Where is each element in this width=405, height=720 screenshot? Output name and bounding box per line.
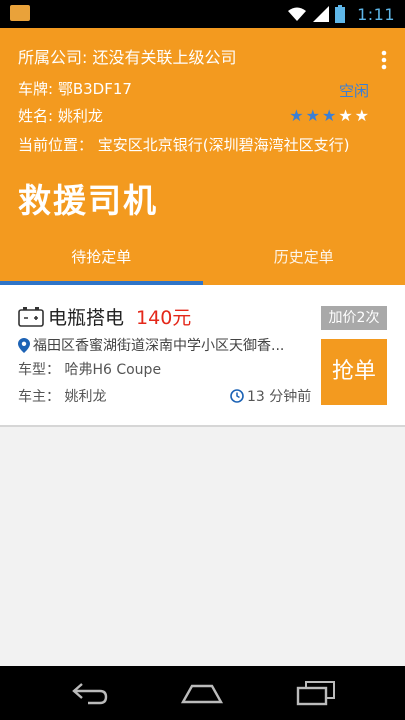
tab-pending-orders[interactable]: 待抢定单 [0, 233, 203, 285]
plate-label: 车牌: [18, 80, 54, 98]
signal-icon [313, 6, 330, 22]
owner-value: 姚利龙 [64, 389, 107, 405]
tab-history-orders[interactable]: 历史定单 [203, 233, 405, 285]
owner-label: 车主： [18, 389, 60, 405]
star-empty-icon: ★ [338, 106, 355, 125]
recent-apps-icon[interactable] [296, 680, 336, 706]
service-type-row: 电瓶搭电 140元 [18, 303, 191, 330]
owner-row: 车主： 姚利龙 [18, 386, 106, 406]
address-row: 福田区香蜜湖街道深南中学小区天御香... [18, 335, 318, 355]
tab-history-label: 历史定单 [273, 248, 334, 266]
car-label: 车型： [18, 362, 60, 378]
more-menu-icon[interactable] [381, 50, 387, 70]
star-filled-icon: ★ [289, 106, 306, 125]
home-icon[interactable] [180, 680, 224, 706]
location-label: 当前位置： [18, 136, 94, 154]
price-raise-badge: 加价2次 [321, 306, 387, 330]
time-ago: 13 分钟前 [247, 389, 312, 405]
back-icon[interactable] [70, 680, 110, 706]
order-address: 福田区香蜜湖街道深南中学小区天御香... [33, 338, 285, 354]
star-empty-icon: ★ [354, 106, 371, 125]
driver-status: 空闲 [338, 82, 369, 100]
elapsed-time: 13 分钟前 [230, 386, 311, 406]
tab-pending-label: 待抢定单 [71, 248, 132, 266]
clock-icon [230, 389, 244, 403]
company-row: 所属公司: 还没有关联上级公司 [18, 48, 237, 68]
car-battery-icon [18, 306, 44, 327]
car-model-row: 车型： 哈弗H6 Coupe [18, 359, 161, 379]
star-filled-icon: ★ [305, 106, 322, 125]
name-value: 姚利龙 [57, 107, 103, 125]
grab-order-button[interactable]: 抢单 [321, 339, 387, 405]
name-label: 姓名: [18, 107, 54, 125]
location-value: 宝安区北京银行(深圳碧海湾社区支行) [97, 136, 350, 154]
clock-time: 1:11 [357, 4, 395, 24]
order-price: 140元 [136, 307, 192, 329]
order-card[interactable]: 电瓶搭电 140元 加价2次 福田区香蜜湖街道深南中学小区天御香... 车型： … [0, 285, 405, 427]
plate-value: 鄂B3DF17 [57, 80, 132, 98]
app-notification-icon [10, 5, 30, 21]
wifi-icon [288, 7, 307, 21]
battery-status-icon [335, 5, 346, 23]
company-label: 所属公司: [18, 48, 88, 67]
plate-row: 车牌: 鄂B3DF17 [18, 79, 132, 99]
service-name: 电瓶搭电 [48, 307, 125, 329]
location-pin-icon [18, 337, 30, 353]
star-filled-icon: ★ [321, 106, 339, 125]
system-nav-bar [0, 666, 405, 720]
name-row: 姓名: 姚利龙 [18, 106, 103, 126]
driver-profile-header: 所属公司: 还没有关联上级公司 车牌: 鄂B3DF17 空闲 姓名: 姚利龙 ★… [0, 28, 405, 285]
location-row: 当前位置： 宝安区北京银行(深圳碧海湾社区支行) [18, 135, 350, 155]
car-value: 哈弗H6 Coupe [64, 362, 162, 378]
role-title: 救援司机 [18, 181, 158, 220]
status-indicators: 1:11 [287, 3, 395, 25]
rating-stars: ★★★★★ [289, 106, 371, 125]
status-bar: 1:11 [0, 0, 405, 28]
order-tabs: 待抢定单 历史定单 [0, 233, 405, 285]
company-value: 还没有关联上级公司 [92, 48, 237, 67]
